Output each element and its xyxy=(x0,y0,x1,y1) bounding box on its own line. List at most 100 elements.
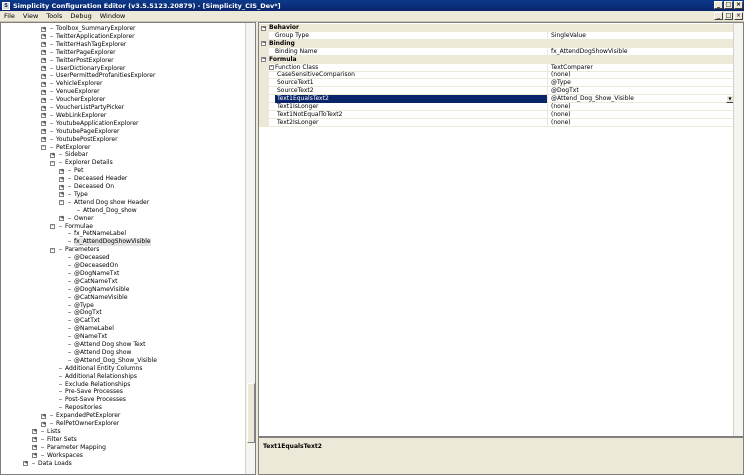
expand-icon[interactable]: + xyxy=(59,176,64,182)
tree-node-label[interactable]: Exclude Relationships xyxy=(65,381,130,389)
expand-icon[interactable]: + xyxy=(41,113,46,119)
expand-icon[interactable]: + xyxy=(41,50,46,56)
collapse-icon[interactable]: - xyxy=(50,160,55,166)
tree-node-label[interactable]: Toolbox_SummaryExplorer xyxy=(56,25,135,33)
menu-view[interactable]: View xyxy=(19,12,42,20)
maximize-button[interactable]: □ xyxy=(724,1,733,9)
tree-node[interactable]: - Attend Dog show Header xyxy=(1,199,247,207)
tree-node-label[interactable]: Workspaces xyxy=(47,452,83,460)
property-name[interactable]: Text1IsLonger xyxy=(275,103,548,111)
tree-node[interactable]: @DogTxt xyxy=(1,309,247,317)
tree-node-label[interactable]: VoucherListPartyPicker xyxy=(56,104,124,112)
property-name[interactable]: Text1NotEqualToText2 xyxy=(275,110,548,119)
expand-icon[interactable]: + xyxy=(59,184,64,190)
tree-node[interactable]: @Attend Dog show xyxy=(1,349,247,357)
tree-node[interactable]: + TwitterPostExplorer xyxy=(1,57,247,65)
expand-icon[interactable]: + xyxy=(41,58,46,64)
tree-node-label[interactable]: Formulae xyxy=(65,223,93,231)
expand-icon[interactable]: + xyxy=(41,97,46,103)
tree-node-label[interactable]: @NameLabel xyxy=(74,325,114,333)
tree-node[interactable]: + VehicleExplorer xyxy=(1,80,247,88)
tree-node[interactable]: - Explorer Details xyxy=(1,159,247,167)
collapse-icon[interactable]: − xyxy=(261,25,266,31)
property-name[interactable]: Text1EqualsText2 xyxy=(275,95,548,104)
tree-node[interactable]: + TwitterHashTagExplorer xyxy=(1,41,247,49)
tree-node-label[interactable]: @Attend Dog show Text xyxy=(74,341,145,349)
tree-node-label[interactable]: Data Loads xyxy=(38,460,72,468)
tree-node[interactable]: + WebLinkExplorer xyxy=(1,112,247,120)
property-category[interactable]: − Binding xyxy=(259,39,743,48)
tree-node-label[interactable]: @DogNameTxt xyxy=(74,270,119,278)
tree-node-label[interactable]: @Deceased xyxy=(74,254,110,262)
property-row[interactable]: - Function Class TextComparer xyxy=(259,63,743,72)
tree-node[interactable]: - PetExplorer xyxy=(1,144,247,152)
property-value[interactable]: (none) xyxy=(550,71,743,79)
expand-icon[interactable]: + xyxy=(23,461,28,466)
property-row[interactable]: SourceText2 @DogTxt xyxy=(259,87,743,96)
tree-node-label[interactable]: Attend Dog show Header xyxy=(74,199,149,207)
tree-node[interactable]: + Lists xyxy=(1,428,247,436)
tree-node[interactable]: + ExpandedPetExplorer xyxy=(1,412,247,420)
collapse-icon[interactable]: - xyxy=(50,247,55,253)
collapse-icon[interactable]: - xyxy=(50,224,55,229)
property-name[interactable]: Group Type xyxy=(275,31,548,40)
tree-node[interactable]: + Toolbox_SummaryExplorer xyxy=(1,25,247,33)
tree-node-label[interactable]: VehicleExplorer xyxy=(56,80,102,88)
mdi-minimize-button[interactable]: _ xyxy=(714,12,723,20)
tree-node[interactable]: @DeceasedOn xyxy=(1,262,247,270)
property-name[interactable]: SourceText1 xyxy=(275,79,548,88)
tree-node-label[interactable]: @DogTxt xyxy=(74,309,102,317)
expand-icon[interactable]: + xyxy=(41,129,46,135)
tree-node-label[interactable]: fx_PetNameLabel xyxy=(74,230,126,238)
tree-node[interactable]: @CatTxt xyxy=(1,317,247,325)
expand-icon[interactable]: + xyxy=(32,453,37,459)
collapse-icon[interactable]: - xyxy=(269,65,274,70)
collapse-icon[interactable]: − xyxy=(261,57,266,63)
tree-node-label[interactable]: Explorer Details xyxy=(65,159,113,167)
minimize-button[interactable]: _ xyxy=(714,1,723,9)
property-row[interactable]: Text1EqualsText2 @Attend_Dog_Show_Visible… xyxy=(259,95,743,104)
tree-node[interactable]: + YoutubePageExplorer xyxy=(1,128,247,136)
tree-node-label[interactable]: Lists xyxy=(47,428,61,436)
expand-icon[interactable]: + xyxy=(41,66,46,71)
tree-node[interactable]: + YoutubePostExplorer xyxy=(1,136,247,144)
tree-node[interactable]: Post-Save Processes xyxy=(1,396,247,404)
expand-icon[interactable]: + xyxy=(41,26,46,32)
property-value[interactable]: (none) xyxy=(550,111,743,119)
menu-window[interactable]: Window xyxy=(96,12,130,20)
mdi-close-button[interactable]: × xyxy=(734,12,743,20)
expand-icon[interactable]: + xyxy=(59,168,64,174)
tree-node[interactable]: @DogNameVisible xyxy=(1,286,247,294)
tree-node-label[interactable]: @DogNameVisible xyxy=(74,286,129,294)
tree-node[interactable]: @NameTxt xyxy=(1,333,247,341)
tree-node-label[interactable]: @NameTxt xyxy=(74,333,107,341)
expand-icon[interactable]: + xyxy=(59,192,64,198)
property-row[interactable]: Text1NotEqualToText2 (none) xyxy=(259,110,743,119)
tree-node[interactable]: + Deceased Header xyxy=(1,175,247,183)
tree-node[interactable]: + Data Loads xyxy=(1,460,247,468)
expand-icon[interactable]: + xyxy=(41,34,46,40)
tree-node-label[interactable]: TwitterPageExplorer xyxy=(56,49,116,57)
tree-node[interactable]: + Owner xyxy=(1,215,247,223)
tree-node-label[interactable]: @CatTxt xyxy=(74,317,100,325)
tree-node[interactable]: + VoucherExplorer xyxy=(1,96,247,104)
tree-node[interactable]: + RelPetOwnerExplorer xyxy=(1,420,247,428)
tree-node-label[interactable]: Deceased Header xyxy=(74,175,127,183)
tree-node[interactable]: Repositories xyxy=(1,404,247,412)
property-row[interactable]: SourceText1 @Type xyxy=(259,79,743,88)
tree-node[interactable]: @Attend_Dog_Show_Visible xyxy=(1,357,247,365)
tree-node-label[interactable]: Pet xyxy=(74,167,83,175)
tree-node-label[interactable]: fx_AttendDogShowVisible xyxy=(74,238,151,247)
property-row[interactable]: Text1IsLonger (none) xyxy=(259,103,743,111)
tree-node[interactable]: Additional Entity Columns xyxy=(1,365,247,373)
tree-node[interactable]: Pre-Save Processes xyxy=(1,388,247,396)
tree-node-label[interactable]: VenueExplorer xyxy=(56,88,100,96)
property-name[interactable]: Function Class xyxy=(275,63,548,72)
property-value[interactable]: fx_AttendDogShowVisible xyxy=(550,48,743,56)
tree-node-label[interactable]: TwitterHashTagExplorer xyxy=(56,41,126,49)
tree-node-label[interactable]: WebLinkExplorer xyxy=(56,112,106,120)
tree-node[interactable]: - Formulae xyxy=(1,223,247,231)
expand-icon[interactable]: + xyxy=(41,73,46,79)
tree-node-label[interactable]: ExpandedPetExplorer xyxy=(56,412,120,420)
collapse-icon[interactable]: - xyxy=(41,145,46,150)
